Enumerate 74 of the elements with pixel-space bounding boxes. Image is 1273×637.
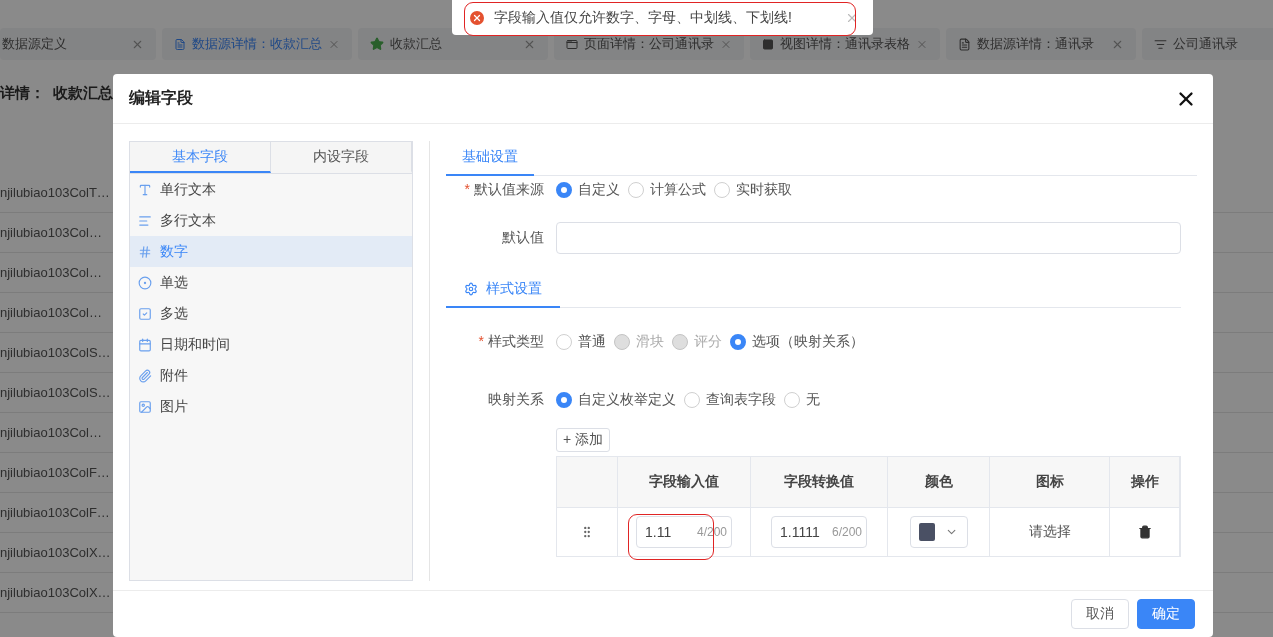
radio-label: 计算公式: [650, 181, 706, 199]
square-icon: [762, 37, 774, 51]
column-header: 字段输入值: [618, 457, 751, 508]
dialog-title: 编辑字段: [129, 88, 193, 108]
radio-option[interactable]: 查询表字段: [684, 391, 776, 409]
settings-icon: [464, 282, 478, 296]
radio-option[interactable]: 实时获取: [714, 181, 792, 199]
radio-label: 自定义: [578, 181, 620, 199]
window-icon: [566, 37, 578, 51]
field-type-label: 日期和时间: [160, 335, 230, 354]
default-value-input[interactable]: [556, 222, 1181, 254]
add-button[interactable]: + 添加: [556, 428, 611, 452]
radio-button[interactable]: [784, 392, 800, 408]
field-type-item[interactable]: 多选: [130, 298, 412, 329]
radio-option[interactable]: 计算公式: [628, 181, 706, 199]
form-label: * 样式类型: [477, 333, 545, 351]
radio-option[interactable]: 自定义: [556, 181, 620, 199]
color-select[interactable]: [909, 516, 968, 548]
text-icon: [138, 182, 152, 197]
form-label: 默认值: [501, 229, 545, 247]
field-type-label: 图片: [160, 397, 188, 416]
radio-label: 选项（映射关系）: [752, 333, 864, 351]
page-tab[interactable]: 数据源详情：通讯录: [946, 28, 1136, 60]
delete-button[interactable]: [1137, 525, 1152, 539]
checkbox-icon: [138, 306, 152, 321]
radio-label: 滑块: [636, 333, 664, 351]
field-type-label: 单选: [160, 273, 188, 292]
filter-icon: [1154, 37, 1167, 51]
toast-message: 字段输入值仅允许数字、字母、中划线、下划线!: [494, 8, 793, 27]
column-header: 字段转换值: [751, 457, 888, 508]
radio-button[interactable]: [730, 334, 746, 350]
column-header: 图标: [990, 457, 1110, 508]
input-field[interactable]: 1.1111 6/200: [771, 516, 867, 548]
field-type-item[interactable]: 单行文本: [130, 174, 412, 205]
settings-tab[interactable]: 基础设置: [446, 141, 534, 176]
star-icon: [370, 37, 384, 51]
radio-label: 评分: [694, 333, 722, 351]
page-tab[interactable]: 数据源定义: [0, 28, 156, 60]
radio-button[interactable]: [556, 334, 572, 350]
radio-label: 无: [806, 391, 820, 409]
page-tab[interactable]: 公司通讯录: [1142, 28, 1273, 60]
page-heading: 详情： 收款汇总: [0, 84, 114, 103]
form-label: 映射关系: [487, 391, 545, 409]
column-header: 颜色: [888, 457, 990, 508]
confirm-button[interactable]: 确定: [1137, 599, 1195, 629]
number-icon: [138, 244, 152, 259]
calendar-icon: [138, 337, 152, 352]
radio-button[interactable]: [556, 182, 572, 198]
form-label: * 默认值来源: [463, 181, 545, 199]
field-type-label: 多选: [160, 304, 188, 323]
radio-option[interactable]: 选项（映射关系）: [730, 333, 864, 351]
radio-label: 实时获取: [736, 181, 792, 199]
radio-icon: [138, 275, 152, 290]
image-icon: [138, 399, 152, 414]
icon-select[interactable]: 请选择: [990, 508, 1110, 556]
radio-option[interactable]: 普通: [556, 333, 606, 351]
field-type-label: 多行文本: [160, 211, 216, 230]
multiline-text-icon: [138, 213, 152, 228]
style-section-tab[interactable]: 样式设置: [446, 280, 560, 308]
radio-label: 普通: [578, 333, 606, 351]
radio-option[interactable]: 自定义枚举定义: [556, 391, 676, 409]
paperclip-icon: [138, 368, 152, 383]
document-icon: [958, 37, 971, 51]
radio-label: 自定义枚举定义: [578, 391, 676, 409]
cancel-button[interactable]: 取消: [1071, 599, 1129, 629]
radio-button[interactable]: [628, 182, 644, 198]
radio-label: 查询表字段: [706, 391, 776, 409]
radio-option[interactable]: 无: [784, 391, 820, 409]
radio-button[interactable]: [684, 392, 700, 408]
radio-button[interactable]: [556, 392, 572, 408]
field-type-label: 单行文本: [160, 180, 216, 199]
radio-button[interactable]: [714, 182, 730, 198]
document-icon: [174, 37, 186, 51]
column-header: 操作: [1110, 457, 1180, 508]
